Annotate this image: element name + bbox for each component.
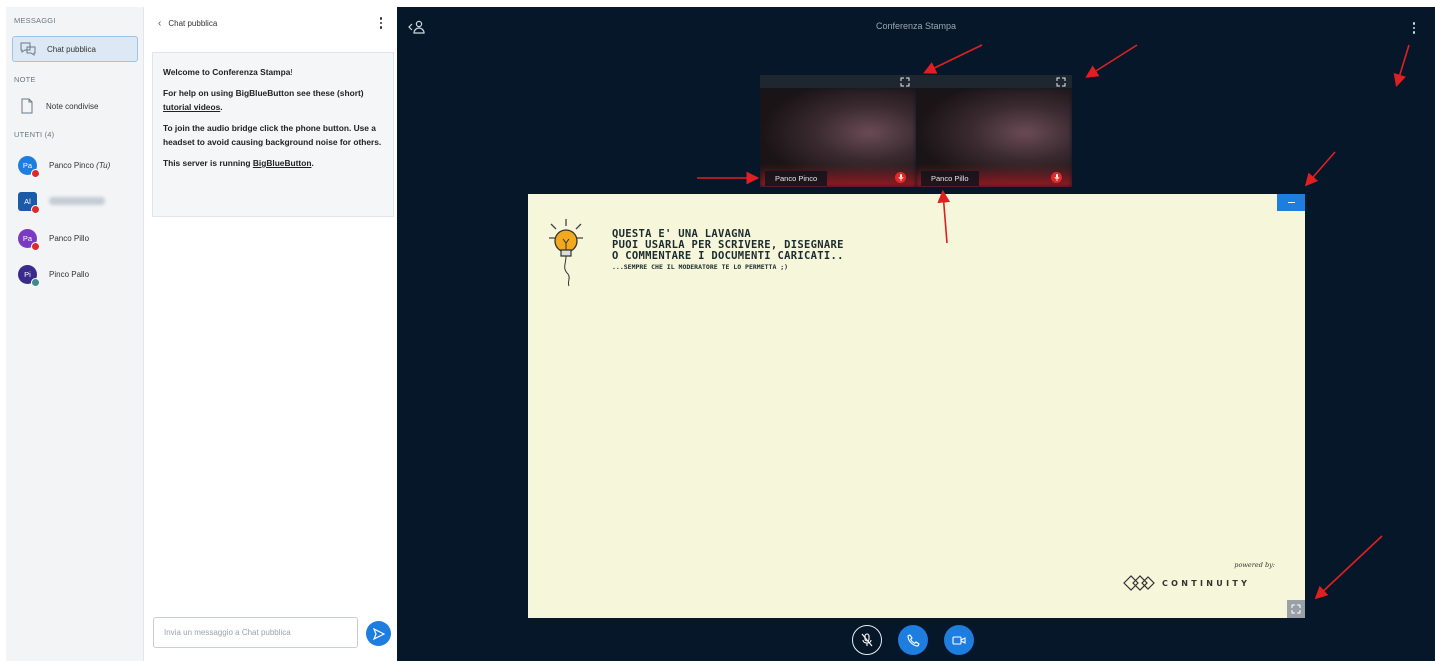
muted-mic-icon [31,241,40,251]
user-item[interactable]: Pi Pinco Pallo [18,261,144,287]
user-name-blurred [49,197,105,205]
camera-icon [952,635,966,645]
app-window: MESSAGGI Chat pubblica NOTE Note condivi… [0,0,1435,661]
main-stage: Conferenza Stampa Panco Pinco Panco Pill… [397,7,1435,661]
send-icon [372,627,385,640]
document-icon [18,97,36,115]
tutorial-link[interactable]: tutorial videos [163,102,220,112]
fullscreen-button[interactable] [1287,600,1305,618]
user-item[interactable]: Pa Panco Pillo [18,225,144,251]
webcam-tile[interactable]: Panco Pillo [916,75,1072,187]
user-list-panel: MESSAGGI Chat pubblica NOTE Note condivi… [6,7,144,661]
muted-mic-icon [31,204,40,214]
chat-input-placeholder: Invia un messaggio a Chat pubblica [164,628,291,637]
minimize-icon [1287,201,1295,204]
notes-section-title: NOTE [14,75,36,84]
user-item[interactable]: Pa Panco Pinco (Tu) [18,152,144,178]
public-chat-label: Chat pubblica [47,44,96,54]
user-name: Panco Pillo [49,233,90,243]
muted-mic-icon [895,172,906,183]
expand-icon[interactable] [1056,77,1066,87]
webcam-tile[interactable]: Panco Pinco [760,75,916,187]
send-button[interactable] [366,621,391,646]
expand-icon [1291,604,1301,614]
expand-icon[interactable] [900,77,910,87]
minimize-presentation-button[interactable] [1277,194,1305,211]
chat-header: ‹ Chat pubblica [158,16,384,30]
continuity-logo: CONTINUITY [1122,574,1250,592]
user-name: Panco Pinco (Tu) [49,160,111,170]
shared-notes-item[interactable]: Note condivise [12,95,138,117]
chat-message-input[interactable]: Invia un messaggio a Chat pubblica [153,617,358,648]
shared-notes-label: Note condivise [46,101,99,111]
meeting-title: Conferenza Stampa [875,21,957,31]
user-item[interactable]: Al [18,188,144,214]
avatar: Al [18,191,40,214]
chat-bubbles-icon [19,40,37,58]
media-controls [852,625,974,655]
mute-toggle-button[interactable] [852,625,882,655]
avatar: Pa [18,228,40,251]
avatar: Pi [18,264,40,287]
muted-mic-icon [31,168,40,178]
muted-mic-icon [861,633,873,647]
bigbluebutton-link[interactable]: BigBlueButton [253,158,312,168]
headphones-icon [31,277,40,287]
whiteboard-text: QUESTA E' UNA LAVAGNA PUOI USARLA PER SC… [612,228,844,272]
chat-title[interactable]: Chat pubblica [168,19,217,28]
powered-by-label: powered by: [1234,561,1275,569]
back-chevron-icon[interactable]: ‹ [158,18,161,29]
webcam-user-name[interactable]: Panco Pinco [765,170,828,186]
share-camera-button[interactable] [944,625,974,655]
whiteboard-presentation[interactable]: QUESTA E' UNA LAVAGNA PUOI USARLA PER SC… [528,194,1305,618]
messages-section-title: MESSAGGI [14,16,56,25]
avatar: Pa [18,155,40,178]
lightbulb-icon [549,219,583,287]
welcome-message: Welcome to Conferenza Stampa! For help o… [152,52,394,217]
stage-kebab-menu-icon[interactable] [1411,21,1417,35]
chat-panel: ‹ Chat pubblica Welcome to Conferenza St… [144,7,397,661]
muted-mic-icon [1051,172,1062,183]
users-section-title: UTENTI (4) [14,130,55,139]
public-chat-item[interactable]: Chat pubblica [12,36,138,62]
join-audio-button[interactable] [898,625,928,655]
webcam-user-name[interactable]: Panco Pillo [921,170,979,186]
user-name: Pinco Pallo [49,269,90,279]
kebab-menu-icon[interactable] [378,16,384,30]
phone-icon [906,633,920,647]
